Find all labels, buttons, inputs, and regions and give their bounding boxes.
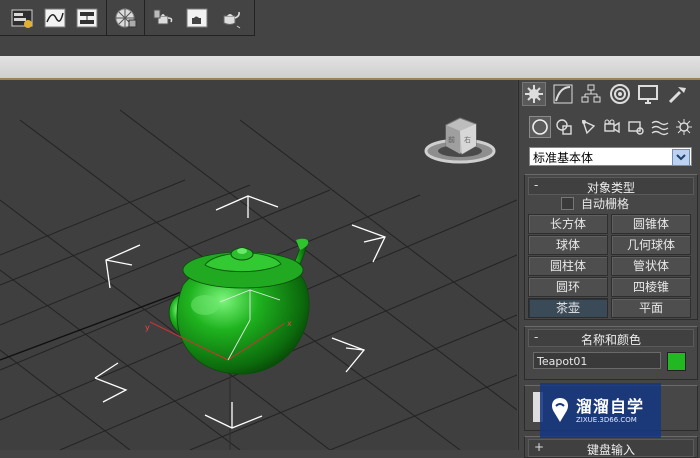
curve-editor-icon[interactable]	[43, 6, 67, 30]
geosphere-button[interactable]: 几何球体	[611, 235, 691, 255]
modify-tab-icon[interactable]	[552, 83, 574, 105]
lights-category-icon[interactable]	[578, 117, 598, 137]
viewcube[interactable]: 前 右	[424, 117, 496, 164]
hierarchy-tab-icon[interactable]	[580, 83, 602, 105]
perspective-viewport[interactable]: y x 前 右	[0, 80, 517, 450]
cameras-category-icon[interactable]	[602, 117, 622, 137]
tube-button[interactable]: 管状体	[611, 256, 691, 276]
autogrid-checkbox[interactable]	[561, 197, 574, 210]
rollout-title: 名称和颜色	[580, 333, 641, 347]
watermark-logo-icon	[552, 398, 568, 422]
torus-button[interactable]: 圆环	[528, 277, 608, 297]
cone-button[interactable]: 圆锥体	[611, 214, 691, 234]
utilities-tab-icon[interactable]	[666, 83, 688, 105]
rollout-title: 对象类型	[586, 181, 635, 195]
rendered-frame-window-icon[interactable]	[185, 6, 209, 30]
name-and-color-rollout-header[interactable]: - 名称和颜色	[528, 329, 694, 347]
teapot-object	[168, 237, 310, 375]
object-type-rollout-header[interactable]: - 对象类型	[528, 177, 694, 195]
watermark-text: 溜溜自学	[576, 397, 645, 416]
space-warps-category-icon[interactable]	[650, 117, 670, 137]
geometry-category-icon[interactable]	[529, 116, 551, 138]
name-and-color-rollout: - 名称和颜色 Teapot01	[524, 326, 698, 380]
helpers-category-icon[interactable]	[626, 117, 646, 137]
render-setup-icon[interactable]	[152, 6, 176, 30]
svg-text:前: 前	[448, 135, 455, 144]
material-editor-icon[interactable]	[114, 6, 138, 30]
object-color-swatch[interactable]	[667, 352, 686, 371]
ribbon-bar[interactable]	[0, 56, 700, 80]
gizmo-y-label: y	[145, 323, 150, 332]
display-tab-icon[interactable]	[637, 83, 659, 105]
teapot-button[interactable]: 茶壶	[528, 298, 608, 318]
object-name-field[interactable]: Teapot01	[533, 352, 661, 369]
sphere-button[interactable]: 球体	[528, 235, 608, 255]
shapes-category-icon[interactable]	[554, 117, 574, 137]
toolbar-spacer	[0, 38, 700, 56]
toolbar-group-3	[144, 0, 255, 36]
box-button[interactable]: 长方体	[528, 214, 608, 234]
toolbar-group-2	[106, 0, 145, 36]
dropdown-value: 标准基本体	[533, 151, 594, 165]
keyboard-entry-rollout-header[interactable]: + 键盘输入	[528, 439, 694, 457]
toolbar-group-1	[0, 0, 107, 36]
pyramid-button[interactable]: 四棱锥	[611, 277, 691, 297]
svg-text:右: 右	[464, 135, 471, 144]
render-teapot-icon[interactable]	[219, 6, 243, 30]
object-type-dropdown[interactable]: 标准基本体	[529, 147, 692, 166]
motion-tab-icon[interactable]	[609, 83, 631, 105]
watermark-subtext: ZIXUE.3D66.COM	[576, 416, 637, 424]
systems-category-icon[interactable]	[674, 117, 694, 137]
main-toolbar	[0, 0, 700, 38]
plane-button[interactable]: 平面	[611, 298, 691, 318]
chevron-down-icon[interactable]	[672, 149, 690, 166]
schematic-view-icon[interactable]	[75, 6, 99, 30]
autogrid-label: 自动栅格	[581, 197, 630, 211]
create-tab-icon[interactable]	[522, 82, 546, 106]
object-type-rollout: - 对象类型 自动栅格 长方体 圆锥体 球体 几何球体 圆柱体 管状体 圆环 四…	[524, 174, 698, 320]
keyboard-entry-rollout: + 键盘输入	[524, 436, 698, 458]
scene-explorer-icon[interactable]	[10, 6, 34, 30]
viewport-scene: y x 前 右	[0, 109, 517, 450]
gizmo-x-label: x	[287, 319, 292, 328]
watermark-logo: 溜溜自学 ZIXUE.3D66.COM	[540, 383, 661, 438]
cylinder-button[interactable]: 圆柱体	[528, 256, 608, 276]
